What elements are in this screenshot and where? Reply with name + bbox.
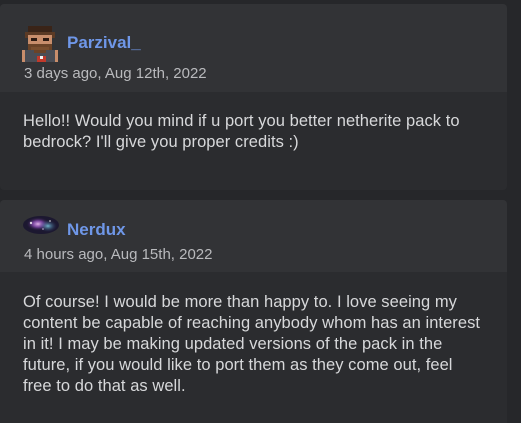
comment-timestamp: 3 days ago, Aug 12th, 2022 (24, 65, 207, 82)
comment-body: Hello!! Would you mind if u port you bet… (0, 92, 507, 190)
pixel-character-avatar-icon[interactable] (22, 26, 58, 62)
comment-header: Parzival_ 3 days ago, Aug 12th, 2022 (0, 4, 507, 92)
nebula-avatar-icon[interactable] (22, 214, 60, 236)
username-link[interactable]: Parzival_ (67, 33, 141, 53)
username-link[interactable]: Nerdux (67, 220, 126, 240)
comment-body: Of course! I would be more than happy to… (0, 272, 507, 423)
comment-timestamp: 4 hours ago, Aug 15th, 2022 (24, 246, 213, 263)
comment-header: Nerdux 4 hours ago, Aug 15th, 2022 (0, 200, 507, 272)
comments-page: Parzival_ 3 days ago, Aug 12th, 2022 Hel… (0, 0, 521, 423)
comment-card: Parzival_ 3 days ago, Aug 12th, 2022 Hel… (0, 4, 507, 190)
comment-card: Nerdux 4 hours ago, Aug 15th, 2022 Of co… (0, 200, 507, 423)
